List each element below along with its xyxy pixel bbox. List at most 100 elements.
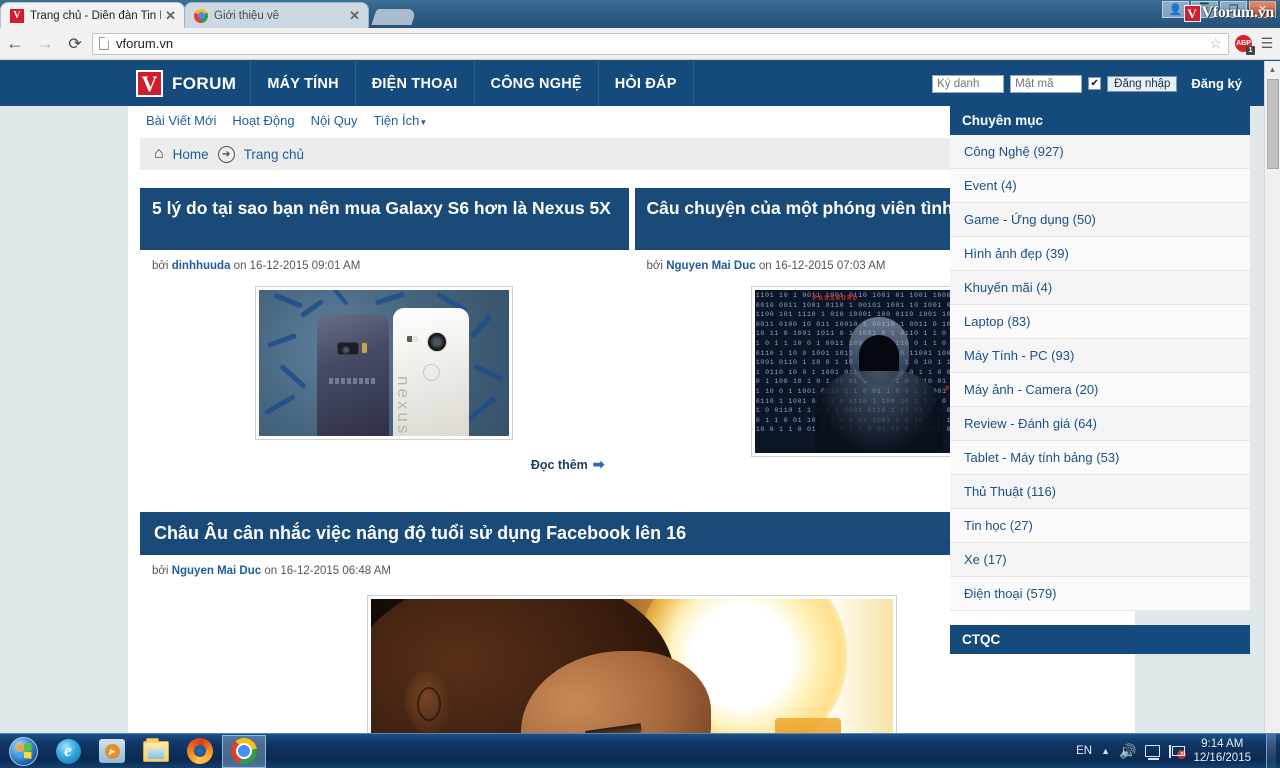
sidebar-item-game-ung-dung[interactable]: Game - Ứng dụng (50) bbox=[950, 203, 1250, 237]
browser-tab-2[interactable]: Giới thiệu về ✕ bbox=[184, 2, 369, 28]
article-author-link[interactable]: Nguyen Mai Duc bbox=[666, 260, 755, 272]
action-center-flag-icon[interactable]: ✕ bbox=[1169, 744, 1187, 759]
tab-close-icon[interactable]: ✕ bbox=[165, 8, 176, 24]
chrome-icon bbox=[194, 8, 208, 23]
browser-tab-1[interactable]: V Trang chủ - Diễn đàn Tin H ✕ bbox=[0, 2, 185, 28]
abp-badge: 1 bbox=[1246, 46, 1255, 55]
tab-title: Giới thiệu về bbox=[214, 9, 280, 22]
screen: V Trang chủ - Diễn đàn Tin H ✕ Giới thiệ… bbox=[0, 0, 1280, 768]
hacker-silhouette bbox=[814, 313, 943, 453]
clock-time: 9:14 AM bbox=[1201, 737, 1244, 750]
browser-title-bar: V Trang chủ - Diễn đàn Tin H ✕ Giới thiệ… bbox=[0, 0, 1280, 28]
subnav-noi-quy[interactable]: Nội Quy bbox=[311, 113, 358, 128]
page-viewport: V FORUM MÁY TÍNH ĐIỆN THOẠI CÔNG NGHỆ HỎ… bbox=[0, 61, 1280, 733]
show-desktop-button[interactable] bbox=[1266, 733, 1276, 768]
register-link[interactable]: Đăng ký bbox=[1191, 76, 1242, 91]
galaxy-s6-phone bbox=[317, 314, 390, 436]
new-tab-button[interactable] bbox=[371, 9, 417, 25]
clock[interactable]: 9:14 AM 12/16/2015 bbox=[1193, 737, 1251, 766]
vertical-scrollbar[interactable]: ▲ bbox=[1264, 61, 1280, 733]
nav-item-cong-nghe[interactable]: CÔNG NGHỆ bbox=[475, 61, 599, 106]
sidebar: Chuyên mục Công Nghệ (927) Event (4) Gam… bbox=[950, 106, 1250, 654]
page-info-icon[interactable] bbox=[99, 37, 109, 50]
chrome-menu-icon[interactable]: ☰ bbox=[1254, 35, 1280, 52]
system-tray: EN ▲ 🔊 ✕ 9:14 AM 12/16/2015 bbox=[1076, 733, 1280, 768]
read-more-link-1[interactable]: Đọc thêm ➡ bbox=[140, 440, 629, 473]
remember-me-checkbox[interactable]: ✔ bbox=[1088, 77, 1102, 90]
volume-icon[interactable]: 🔊 bbox=[1119, 743, 1136, 760]
vforum-v-icon: V bbox=[10, 8, 24, 23]
arrow-right-icon: ➡ bbox=[592, 456, 605, 472]
article-image-phones[interactable]: nexus bbox=[259, 290, 510, 436]
sidebar-item-dien-thoai[interactable]: Điện thoại (579) bbox=[950, 577, 1250, 611]
back-button[interactable]: ← bbox=[0, 33, 30, 54]
vforum-logo-icon: V bbox=[1183, 4, 1201, 22]
taskbar-media-player[interactable]: ▶ bbox=[90, 735, 134, 768]
show-hidden-icons-icon[interactable]: ▲ bbox=[1101, 746, 1110, 756]
nav-item-dien-thoai[interactable]: ĐIỆN THOẠI bbox=[356, 61, 475, 106]
subnav-bai-viet-moi[interactable]: Bài Viết Mới bbox=[146, 113, 216, 128]
internet-explorer-icon: e bbox=[55, 738, 81, 764]
taskbar-chrome[interactable] bbox=[222, 734, 266, 768]
nav-item-hoi-dap[interactable]: HỎI ĐÁP bbox=[599, 61, 694, 106]
sidebar-item-laptop[interactable]: Laptop (83) bbox=[950, 305, 1250, 339]
article-card-1: 5 lý do tại sao bạn nên mua Galaxy S6 hơ… bbox=[140, 188, 629, 490]
tab-close-icon[interactable]: ✕ bbox=[349, 8, 360, 24]
clock-date: 12/16/2015 bbox=[1193, 752, 1251, 764]
address-bar[interactable]: vforum.vn ☆ bbox=[92, 32, 1229, 55]
network-icon[interactable] bbox=[1145, 745, 1161, 760]
sidebar-item-review-danh-gia[interactable]: Review - Đánh giá (64) bbox=[950, 407, 1250, 441]
taskbar-file-explorer[interactable] bbox=[134, 735, 178, 768]
language-indicator[interactable]: EN bbox=[1076, 745, 1092, 757]
reload-button[interactable]: ⟳ bbox=[60, 34, 90, 54]
article-author-link[interactable]: Nguyen Mai Duc bbox=[172, 565, 261, 577]
vforum-logo-icon: V bbox=[136, 70, 163, 97]
article-author-link[interactable]: dinhhuuda bbox=[172, 260, 231, 272]
browser-toolbar: ← → ⟳ vforum.vn ☆ ABP 1 ☰ bbox=[0, 28, 1280, 60]
article-image-girl[interactable] bbox=[370, 599, 893, 733]
adblock-plus-icon[interactable]: ABP 1 bbox=[1235, 35, 1255, 55]
sidebar-item-may-anh-camera[interactable]: Máy ảnh - Camera (20) bbox=[950, 373, 1250, 407]
tab-title: Trang chủ - Diễn đàn Tin H bbox=[30, 9, 162, 22]
article-image-frame: nexus bbox=[255, 286, 514, 440]
login-button[interactable]: Đăng nhập bbox=[1107, 75, 1178, 92]
article-image-frame bbox=[366, 595, 897, 733]
home-icon[interactable]: ⌂ bbox=[154, 145, 164, 163]
scroll-up-icon[interactable]: ▲ bbox=[1265, 61, 1280, 77]
sidebar-item-khuyen-mai[interactable]: Khuyến mãi (4) bbox=[950, 271, 1250, 305]
subnav-hoat-dong[interactable]: Hoạt Động bbox=[232, 113, 294, 128]
sidebar-item-event[interactable]: Event (4) bbox=[950, 169, 1250, 203]
sidebar-item-xe[interactable]: Xe (17) bbox=[950, 543, 1250, 577]
arrow-right-icon: ➔ bbox=[217, 145, 235, 163]
sidebar-item-tablet[interactable]: Tablet - Máy tính bảng (53) bbox=[950, 441, 1250, 475]
forward-button[interactable]: → bbox=[30, 33, 60, 54]
scrollbar-thumb[interactable] bbox=[1267, 79, 1279, 169]
start-button[interactable] bbox=[0, 735, 46, 768]
taskbar-firefox[interactable] bbox=[178, 735, 222, 768]
nav-item-may-tinh[interactable]: MÁY TÍNH bbox=[251, 61, 356, 106]
nexus-5x-phone: nexus bbox=[393, 308, 470, 436]
article-image-wrap: nexus bbox=[140, 272, 629, 440]
article-title[interactable]: 5 lý do tại sao bạn nên mua Galaxy S6 hơ… bbox=[140, 188, 629, 250]
sidebar-item-tin-hoc[interactable]: Tin học (27) bbox=[950, 509, 1250, 543]
windows-media-player-icon: ▶ bbox=[99, 739, 125, 763]
sidebar-item-may-tinh-pc[interactable]: Máy Tính - PC (93) bbox=[950, 339, 1250, 373]
sidebar-item-hinh-anh-dep[interactable]: Hình ảnh đẹp (39) bbox=[950, 237, 1250, 271]
watermark-text: Vforum.vn bbox=[1201, 4, 1275, 21]
breadcrumb-home-link[interactable]: Home bbox=[173, 147, 209, 162]
sidebar-item-thu-thuat[interactable]: Thủ Thuật (116) bbox=[950, 475, 1250, 509]
password-input[interactable] bbox=[1010, 74, 1083, 93]
subnav-tien-ich[interactable]: Tiện Ích▼ bbox=[374, 113, 428, 128]
sidebar-ads-header: CTQC bbox=[950, 625, 1250, 654]
chrome-icon bbox=[231, 738, 257, 764]
sidebar-categories-header: Chuyên mục bbox=[950, 106, 1250, 135]
bookmark-star-icon[interactable]: ☆ bbox=[1209, 35, 1222, 52]
site-brand[interactable]: V FORUM bbox=[128, 61, 252, 106]
chevron-down-icon: ▼ bbox=[419, 118, 428, 127]
login-form: ✔ Đăng nhập Đăng ký bbox=[932, 61, 1264, 106]
taskbar-internet-explorer[interactable]: e bbox=[46, 735, 90, 768]
breadcrumb-current[interactable]: Trang chủ bbox=[244, 147, 304, 162]
site-header: V FORUM MÁY TÍNH ĐIỆN THOẠI CÔNG NGHỆ HỎ… bbox=[0, 61, 1264, 106]
sidebar-item-cong-nghe[interactable]: Công Nghệ (927) bbox=[950, 135, 1250, 169]
username-input[interactable] bbox=[932, 74, 1005, 93]
